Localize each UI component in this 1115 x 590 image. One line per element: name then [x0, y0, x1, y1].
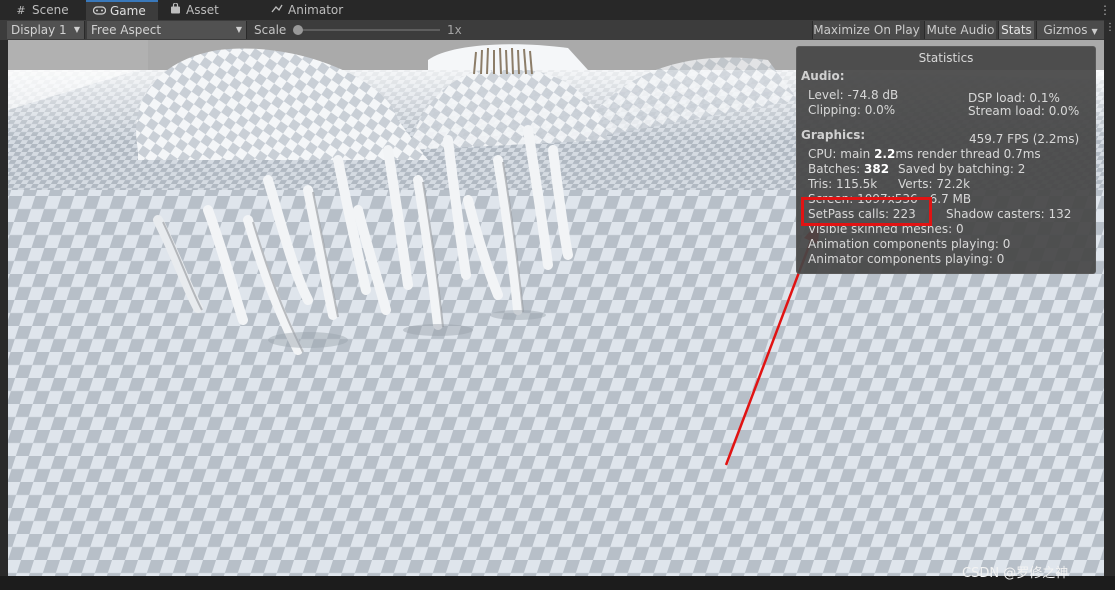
graphics-header: Graphics:: [801, 128, 866, 142]
saved-by-batching: Saved by batching: 2: [898, 162, 1026, 176]
stream-load: Stream load: 0.0%: [968, 104, 1080, 118]
shadow-casters-readout: Shadow casters: 132: [946, 207, 1072, 221]
kebab-menu-icon[interactable]: ⋮: [1099, 0, 1111, 20]
tab-game[interactable]: Game: [86, 0, 158, 20]
right-scroll-rail[interactable]: [1104, 20, 1115, 590]
animator-icon: [270, 1, 284, 21]
scale-label: Scale: [254, 23, 287, 37]
scale-slider-track[interactable]: [294, 29, 440, 31]
statistics-title: Statistics: [918, 51, 974, 65]
display-dropdown[interactable]: Display 1 ▼: [7, 21, 85, 39]
dsp-load: DSP load: 0.1%: [968, 91, 1060, 105]
audio-level: Level: -74.8 dB: [808, 88, 899, 102]
tris-readout: Tris: 115.5k: [808, 177, 878, 191]
aspect-dropdown[interactable]: Free Aspect ▼: [87, 21, 247, 39]
tab-scene-label: Scene: [32, 3, 69, 17]
display-dropdown-label: Display 1: [11, 23, 67, 37]
aspect-dropdown-label: Free Aspect: [91, 23, 162, 37]
tab-scene[interactable]: # Scene: [8, 0, 88, 20]
tab-game-label: Game: [110, 4, 146, 18]
animator-components-readout: Animator components playing: 0: [808, 252, 1005, 266]
tab-animator-label: Animator: [288, 3, 344, 17]
scale-slider-knob[interactable]: [293, 25, 303, 35]
setpass-highlight-box: [801, 197, 932, 226]
stats-toggle-button[interactable]: Stats: [998, 21, 1034, 39]
chevron-down-icon: ▼: [235, 25, 242, 34]
maximize-on-play-button[interactable]: Maximize On Play: [812, 21, 920, 39]
tab-animator[interactable]: Animator: [264, 0, 354, 20]
game-toolbar: Display 1 ▼ Free Aspect ▼ Scale 1x Maxim…: [0, 20, 1104, 41]
scale-value: 1x: [447, 23, 462, 37]
mute-audio-button[interactable]: Mute Audio: [924, 21, 996, 39]
audio-clipping: Clipping: 0.0%: [808, 103, 896, 117]
fps-readout: 459.7 FPS (2.2ms): [969, 132, 1080, 146]
statistics-panel: Statistics Audio: Level: -74.8 dB Clippi…: [796, 46, 1096, 274]
watermark-text: CSDN @罗修之神: [962, 566, 1069, 581]
verts-readout: Verts: 72.2k: [898, 177, 971, 191]
chevron-down-icon: ▼: [73, 25, 80, 34]
bottom-status-bar: [0, 576, 1115, 590]
grid-icon: #: [16, 4, 26, 17]
gizmos-button[interactable]: Gizmos ▼: [1036, 21, 1104, 39]
gamepad-icon: [92, 3, 106, 21]
left-panel-edge: [0, 40, 8, 590]
gizmos-button-label: Gizmos: [1043, 23, 1088, 37]
tab-asset-store[interactable]: Asset Store: [162, 0, 260, 38]
cpu-readout: CPU: main 2.2ms render thread 0.7ms: [808, 147, 1041, 161]
editor-tab-bar: # Scene Game Asset Store Animator ⋮: [0, 0, 1115, 38]
chevron-down-icon: ▼: [1091, 27, 1098, 36]
batches-readout: Batches: 382: [808, 162, 890, 176]
animation-components-readout: Animation components playing: 0: [808, 237, 1011, 251]
audio-header: Audio:: [801, 69, 845, 83]
bag-icon: [168, 1, 182, 21]
lock-icon[interactable]: ⋮: [1105, 22, 1115, 33]
